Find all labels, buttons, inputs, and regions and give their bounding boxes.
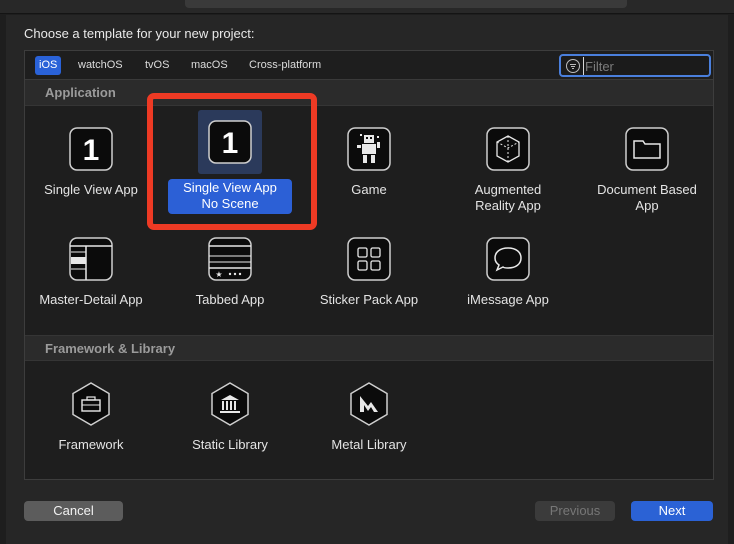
template-label: Metal Library <box>331 437 407 452</box>
ar-cube-icon <box>486 127 530 171</box>
window-titlebar <box>0 0 734 14</box>
template-metal-library[interactable]: Metal Library <box>300 376 438 454</box>
tab-macos[interactable]: macOS <box>187 56 232 75</box>
section-header-framework-library: Framework & Library <box>25 335 713 361</box>
speech-bubble-icon <box>486 237 530 281</box>
previous-button[interactable]: Previous <box>535 501 615 521</box>
dialog-prompt: Choose a template for your new project: <box>24 26 255 41</box>
filter-icon <box>566 59 580 73</box>
number-one-icon: 1 <box>69 127 113 171</box>
tab-bar-icon: ★ <box>208 237 252 281</box>
tab-ios[interactable]: iOS <box>35 56 62 75</box>
template-label: Framework <box>58 437 124 452</box>
template-framework[interactable]: Framework <box>22 376 160 454</box>
template-label: Sticker Pack App <box>319 292 419 307</box>
template-panel: iOS watchOS tvOS macOS Cross-platform Ap… <box>24 50 714 480</box>
template-augmented-reality-app[interactable]: Augmented Reality App <box>439 121 577 215</box>
svg-text:1: 1 <box>83 134 100 167</box>
template-label: Single View App No Scene <box>168 179 292 214</box>
cancel-button[interactable]: Cancel <box>24 501 123 521</box>
grid-icon <box>347 237 391 281</box>
number-one-icon: 1 <box>208 120 252 164</box>
template-label: iMessage App <box>467 292 549 307</box>
template-tabbed-app[interactable]: ★ Tabbed App <box>161 231 299 309</box>
template-label: Single View App <box>44 182 138 197</box>
master-detail-icon <box>69 237 113 281</box>
template-document-based-app[interactable]: Document Based App <box>578 121 716 215</box>
titlebar-slot <box>185 0 627 8</box>
template-imessage-app[interactable]: iMessage App <box>439 231 577 309</box>
robot-icon <box>347 127 391 171</box>
template-single-view-app-no-scene[interactable]: 1 Single View App No Scene <box>161 110 299 214</box>
tab-tvos[interactable]: tvOS <box>141 56 173 75</box>
template-sticker-pack-app[interactable]: Sticker Pack App <box>300 231 438 309</box>
template-label: Document Based App <box>597 182 697 213</box>
template-label: Augmented Reality App <box>474 182 542 213</box>
svg-text:1: 1 <box>222 127 239 160</box>
template-label: Master-Detail App <box>39 292 143 307</box>
template-game[interactable]: Game <box>300 121 438 199</box>
building-columns-icon <box>211 382 249 426</box>
template-master-detail-app[interactable]: Master-Detail App <box>22 231 160 309</box>
template-single-view-app[interactable]: 1 Single View App <box>22 121 160 199</box>
template-label: Tabbed App <box>195 292 265 307</box>
template-static-library[interactable]: Static Library <box>161 376 299 454</box>
metal-icon <box>350 382 388 426</box>
toolbox-icon <box>72 382 110 426</box>
folder-icon <box>625 127 669 171</box>
filter-input[interactable] <box>583 57 705 75</box>
tab-cross-platform[interactable]: Cross-platform <box>245 56 325 75</box>
template-label: Game <box>351 182 387 197</box>
template-label: Static Library <box>192 437 268 452</box>
platform-tab-bar: iOS watchOS tvOS macOS Cross-platform <box>25 51 713 80</box>
svg-text:★: ★ <box>215 270 222 279</box>
tab-watchos[interactable]: watchOS <box>74 56 127 75</box>
filter-field[interactable] <box>559 54 711 77</box>
section-header-application: Application <box>25 80 713 106</box>
next-button[interactable]: Next <box>631 501 713 521</box>
